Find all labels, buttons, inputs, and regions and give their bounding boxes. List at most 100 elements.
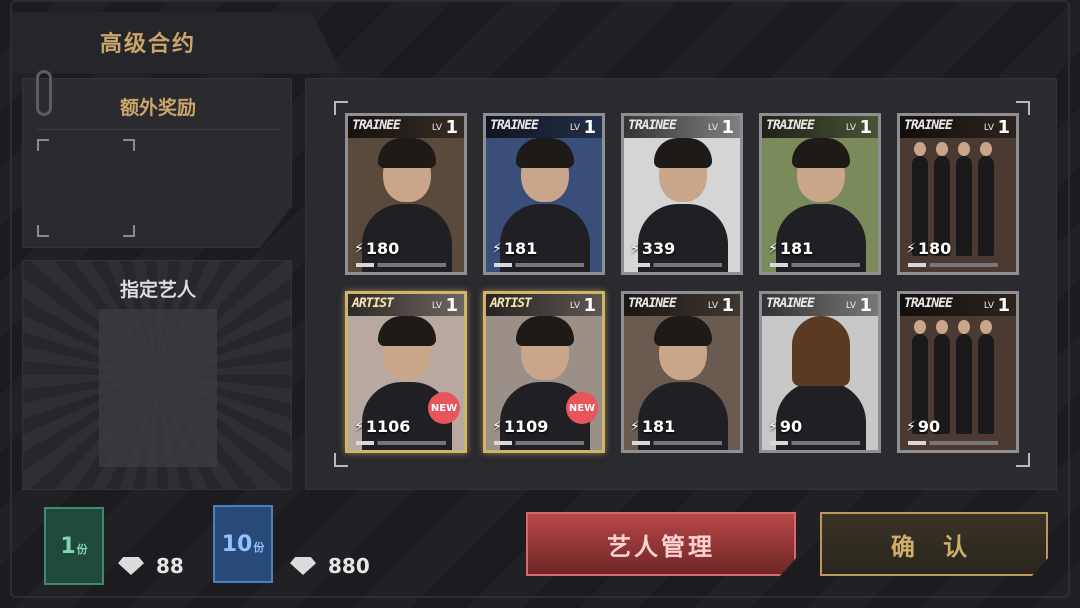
card-stat: ⚡ 90	[906, 417, 940, 436]
lightning-icon: ⚡	[630, 418, 640, 435]
card-tier-label: TRAINEE	[766, 296, 815, 311]
corner-bracket-icon	[334, 453, 348, 467]
page-title: 高级合约	[100, 32, 197, 57]
artist-card[interactable]: TRAINEE LV 1 ⚡ 90	[897, 291, 1019, 453]
ten-price: 880	[290, 554, 370, 578]
card-level: 1	[583, 295, 596, 316]
card-level: 1	[859, 117, 872, 138]
diamond-icon	[290, 557, 316, 575]
card-stat-value: 90	[779, 417, 803, 436]
lightning-icon: ⚡	[354, 418, 364, 435]
artist-management-button[interactable]: 艺人管理	[526, 512, 796, 576]
designated-artist-title: 指定艺人	[119, 279, 196, 301]
card-tier-label: TRAINEE	[490, 118, 539, 133]
artist-card[interactable]: TRAINEE LV 1 ⚡ 181	[483, 113, 605, 275]
artist-card[interactable]: ARTIST LV 1 ⚡ 1109 NEW	[483, 291, 605, 453]
artist-card[interactable]: ARTIST LV 1 ⚡ 1106 NEW	[345, 291, 467, 453]
ten-price-value: 880	[328, 554, 370, 578]
card-stat: ⚡ 181	[492, 239, 537, 258]
bonus-title: 额外奖励	[119, 97, 196, 119]
paperclip-icon	[36, 70, 52, 116]
card-lv-label: LV	[707, 123, 718, 133]
card-stat-value: 181	[503, 239, 538, 258]
card-stat: ⚡ 1106	[354, 417, 410, 436]
bonus-reward-slot[interactable]	[37, 139, 135, 237]
lightning-icon: ⚡	[906, 418, 916, 435]
card-progress-bar	[494, 263, 584, 267]
card-tier-label: TRAINEE	[766, 118, 815, 133]
card-stat-value: 180	[365, 239, 400, 258]
card-level: 1	[721, 295, 734, 316]
card-level: 1	[445, 295, 458, 316]
card-tier-label: TRAINEE	[352, 118, 401, 133]
contract-screen: 高级合约 额外奖励 指定艺人 TRAINEE LV 1 ⚡ 180 TRAINEE LV 1 ⚡…	[0, 0, 1080, 608]
card-stat-value: 181	[779, 239, 814, 258]
designated-artist-slot[interactable]	[99, 309, 217, 467]
card-lv-label: LV	[845, 301, 856, 311]
card-tier-label: TRAINEE	[904, 118, 953, 133]
card-progress-bar	[908, 263, 998, 267]
card-tier-label: ARTIST	[490, 296, 532, 311]
card-level: 1	[583, 117, 596, 138]
card-stat: ⚡ 90	[768, 417, 802, 436]
lightning-icon: ⚡	[492, 240, 502, 257]
card-progress-bar	[494, 441, 584, 445]
card-lv-label: LV	[569, 123, 580, 133]
artist-card[interactable]: TRAINEE LV 1 ⚡ 181	[759, 113, 881, 275]
card-progress-bar	[632, 441, 722, 445]
card-lv-label: LV	[431, 123, 442, 133]
new-badge: NEW	[428, 392, 460, 424]
artist-card[interactable]: TRAINEE LV 1 ⚡ 180	[897, 113, 1019, 275]
card-lv-label: LV	[983, 123, 994, 133]
lightning-icon: ⚡	[492, 418, 502, 435]
pack-ten-label: 10份	[221, 531, 265, 557]
card-stat: ⚡ 180	[906, 239, 951, 258]
card-level: 1	[859, 295, 872, 316]
card-stat-value: 90	[917, 417, 941, 436]
single-price: 88	[118, 554, 184, 578]
lightning-icon: ⚡	[906, 240, 916, 257]
card-progress-bar	[356, 441, 446, 445]
lightning-icon: ⚡	[354, 240, 364, 257]
card-stat-value: 339	[641, 239, 676, 258]
single-price-value: 88	[156, 554, 184, 578]
card-stat-value: 1109	[503, 417, 549, 436]
card-lv-label: LV	[707, 301, 718, 311]
pack-single-icon[interactable]: 1份	[44, 507, 104, 585]
artist-card[interactable]: TRAINEE LV 1 ⚡ 339	[621, 113, 743, 275]
bonus-panel: 额外奖励	[22, 78, 292, 248]
lightning-icon: ⚡	[768, 418, 778, 435]
card-progress-bar	[632, 263, 722, 267]
card-tier-label: TRAINEE	[628, 118, 677, 133]
card-stat: ⚡ 181	[630, 417, 675, 436]
pack-ten-icon[interactable]: 10份	[213, 505, 273, 583]
card-progress-bar	[356, 263, 446, 267]
card-stat-value: 180	[917, 239, 952, 258]
card-stat: ⚡ 1109	[492, 417, 548, 436]
card-level: 1	[721, 117, 734, 138]
bonus-divider	[37, 129, 281, 130]
card-level: 1	[997, 295, 1010, 316]
lightning-icon: ⚡	[768, 240, 778, 257]
corner-bracket-icon	[1016, 453, 1030, 467]
card-tier-label: ARTIST	[352, 296, 394, 311]
card-lv-label: LV	[845, 123, 856, 133]
new-badge: NEW	[566, 392, 598, 424]
card-stat-value: 181	[641, 417, 676, 436]
card-stat: ⚡ 339	[630, 239, 675, 258]
diamond-icon	[118, 557, 144, 575]
artist-card[interactable]: TRAINEE LV 1 ⚡ 181	[621, 291, 743, 453]
card-lv-label: LV	[431, 301, 442, 311]
card-tier-label: TRAINEE	[904, 296, 953, 311]
card-stat-value: 1106	[365, 417, 411, 436]
card-stat: ⚡ 180	[354, 239, 399, 258]
pack-single-label: 1份	[60, 533, 88, 559]
card-progress-bar	[908, 441, 998, 445]
artist-card[interactable]: TRAINEE LV 1 ⚡ 180	[345, 113, 467, 275]
confirm-button[interactable]: 确 认	[820, 512, 1048, 576]
card-progress-bar	[770, 263, 860, 267]
card-lv-label: LV	[983, 301, 994, 311]
artist-card[interactable]: TRAINEE LV 1 ⚡ 90	[759, 291, 881, 453]
card-progress-bar	[770, 441, 860, 445]
card-level: 1	[997, 117, 1010, 138]
